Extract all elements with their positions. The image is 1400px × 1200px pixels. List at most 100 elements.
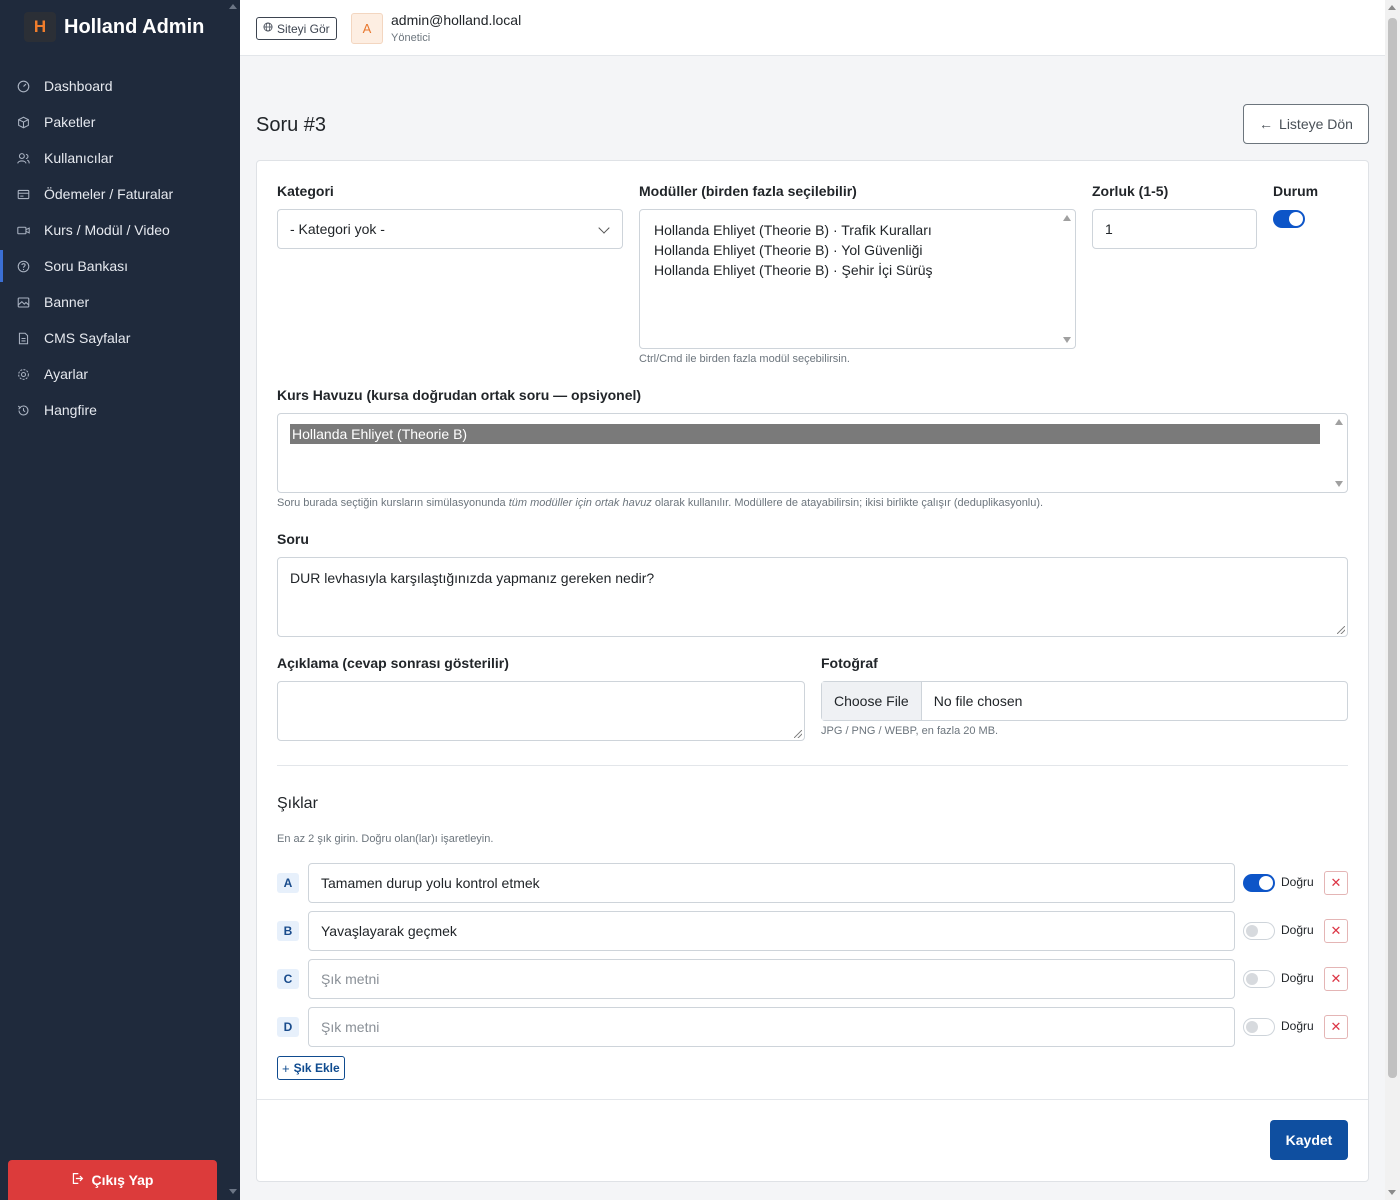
brand-logo: H (24, 12, 56, 42)
topbar: Siteyi Gör A admin@holland.local Yönetic… (240, 0, 1385, 56)
sidebar-item-ayarlar[interactable]: Ayarlar (0, 356, 240, 392)
sidebar-item-paketler[interactable]: Paketler (0, 104, 240, 140)
status-label: Durum (1273, 183, 1319, 199)
sidebar-item-soru-bankasi[interactable]: Soru Bankası (0, 248, 240, 284)
course-pool-option-selected[interactable]: Hollanda Ehliyet (Theorie B) (290, 424, 1320, 444)
brand[interactable]: H Holland Admin (24, 12, 204, 42)
listbox-scroll-up[interactable] (1063, 215, 1071, 221)
course-pool-help-emphasis: tüm modüller için ortak havuz (508, 497, 652, 509)
sidebar-item-label: Kullanıcılar (44, 150, 114, 166)
brand-name: Holland Admin (64, 15, 205, 38)
sidebar-item-dashboard[interactable]: Dashboard (0, 68, 240, 104)
receipt-icon (17, 188, 30, 201)
resize-handle[interactable] (1337, 626, 1345, 634)
save-button[interactable]: Kaydet (1270, 1120, 1348, 1160)
photo-file-input[interactable]: Choose File No file chosen (821, 681, 1348, 721)
course-pool-label: Kurs Havuzu (kursa doğrudan ortak soru —… (277, 387, 642, 403)
modules-multiselect[interactable]: Hollanda Ehliyet (Theorie B) · Trafik Ku… (639, 209, 1076, 349)
choice-text-input[interactable]: Yavaşlayarak geçmek (308, 911, 1235, 951)
user-role: Yönetici (391, 32, 431, 44)
logout-icon (71, 1172, 84, 1188)
sidebar-item-label: Ödemeler / Faturalar (44, 186, 174, 202)
delete-choice-button[interactable]: ✕ (1324, 1015, 1348, 1039)
choice-letter: A (277, 873, 299, 893)
delete-choice-button[interactable]: ✕ (1324, 871, 1348, 895)
sidebar-item-kullanicilar[interactable]: Kullanıcılar (0, 140, 240, 176)
sidebar-item-cms[interactable]: CMS Sayfalar (0, 320, 240, 356)
photo-help: JPG / PNG / WEBP, en fazla 20 MB. (821, 725, 999, 737)
choice-text-input[interactable]: Şık metni (308, 1007, 1235, 1047)
status-toggle[interactable] (1273, 210, 1305, 228)
course-pool-multiselect[interactable]: Hollanda Ehliyet (Theorie B) (277, 413, 1348, 493)
history-icon (17, 404, 30, 417)
page-title: Soru #3 (256, 114, 327, 136)
correct-toggle[interactable] (1243, 874, 1275, 892)
video-icon (17, 224, 30, 237)
back-to-list-button[interactable]: ← Listeye Dön (1243, 104, 1369, 144)
difficulty-input[interactable]: 1 (1092, 209, 1257, 249)
listbox-scroll-up[interactable] (1335, 419, 1343, 425)
sidebar-scroll-up-arrow[interactable] (229, 4, 237, 9)
scrollbar-thumb[interactable] (1388, 18, 1397, 1078)
box-icon (17, 116, 30, 129)
choose-file-button[interactable]: Choose File (822, 682, 922, 720)
avatar[interactable]: A (351, 13, 383, 44)
sidebar-scroll-down-arrow[interactable] (229, 1189, 237, 1194)
choice-text-input[interactable]: Şık metni (308, 959, 1235, 999)
explanation-label: Açıklama (cevap sonrası gösterilir) (277, 655, 509, 671)
choice-letter: B (277, 921, 299, 941)
close-icon: ✕ (1330, 875, 1342, 890)
choice-text: Yavaşlayarak geçmek (321, 923, 457, 939)
gauge-icon (17, 80, 30, 93)
photo-label: Fotoğraf (821, 655, 878, 671)
correct-label: Doğru (1281, 1019, 1314, 1033)
add-choice-button[interactable]: + Şık Ekle (277, 1056, 345, 1080)
add-choice-label: Şık Ekle (293, 1061, 340, 1075)
sidebar-item-label: Paketler (44, 114, 96, 130)
file-status: No file chosen (933, 693, 1023, 709)
question-icon (17, 260, 30, 273)
category-value: - Kategori yok - (290, 221, 385, 237)
page-scrollbar[interactable] (1385, 0, 1400, 1200)
arrow-left-icon: ← (1259, 116, 1274, 132)
back-to-list-label: Listeye Dön (1279, 116, 1353, 132)
question-form-card: Kategori - Kategori yok - Modüller (bird… (256, 160, 1369, 1182)
delete-choice-button[interactable]: ✕ (1324, 919, 1348, 943)
view-site-button[interactable]: Siteyi Gör (256, 17, 337, 40)
difficulty-label: Zorluk (1-5) (1092, 183, 1169, 199)
choice-text-input[interactable]: Tamamen durup yolu kontrol etmek (308, 863, 1235, 903)
logout-button[interactable]: Çıkış Yap (8, 1160, 217, 1200)
listbox-scroll-down[interactable] (1063, 337, 1071, 343)
category-select[interactable]: - Kategori yok - (277, 209, 623, 249)
sidebar-item-banner[interactable]: Banner (0, 284, 240, 320)
plus-icon: + (282, 1060, 290, 1076)
explanation-textarea[interactable] (277, 681, 805, 741)
card-footer-divider (257, 1099, 1368, 1100)
question-label: Soru (277, 531, 309, 547)
sidebar-item-odemeler[interactable]: Ödemeler / Faturalar (0, 176, 240, 212)
correct-toggle[interactable] (1243, 970, 1275, 988)
section-divider (277, 765, 1348, 766)
module-option[interactable]: Hollanda Ehliyet (Theorie B) · Şehir İçi… (640, 260, 1075, 280)
delete-choice-button[interactable]: ✕ (1324, 967, 1348, 991)
correct-toggle[interactable] (1243, 922, 1275, 940)
choice-letter: C (277, 969, 299, 989)
scroll-down-arrow[interactable] (1388, 1190, 1396, 1195)
sidebar-item-hangfire[interactable]: Hangfire (0, 392, 240, 428)
sidebar-item-kurs[interactable]: Kurs / Modül / Video (0, 212, 240, 248)
resize-handle[interactable] (794, 730, 802, 738)
choice-text: Tamamen durup yolu kontrol etmek (321, 875, 540, 891)
module-option[interactable]: Hollanda Ehliyet (Theorie B) · Yol Güven… (640, 240, 1075, 260)
scroll-up-arrow[interactable] (1388, 5, 1396, 10)
correct-label: Doğru (1281, 875, 1314, 889)
module-option[interactable]: Hollanda Ehliyet (Theorie B) · Trafik Ku… (640, 220, 1075, 240)
sidebar-item-label: Banner (44, 294, 90, 310)
difficulty-value: 1 (1105, 221, 1113, 237)
image-icon (17, 296, 30, 309)
correct-toggle[interactable] (1243, 1018, 1275, 1036)
course-pool-help-suffix: olarak kullanılır. Modüllere de atayabil… (651, 497, 1044, 509)
correct-label: Doğru (1281, 971, 1314, 985)
question-textarea[interactable]: DUR levhasıyla karşılaştığınızda yapmanı… (277, 557, 1348, 637)
user-email: admin@holland.local (391, 12, 522, 28)
listbox-scroll-down[interactable] (1335, 481, 1343, 487)
